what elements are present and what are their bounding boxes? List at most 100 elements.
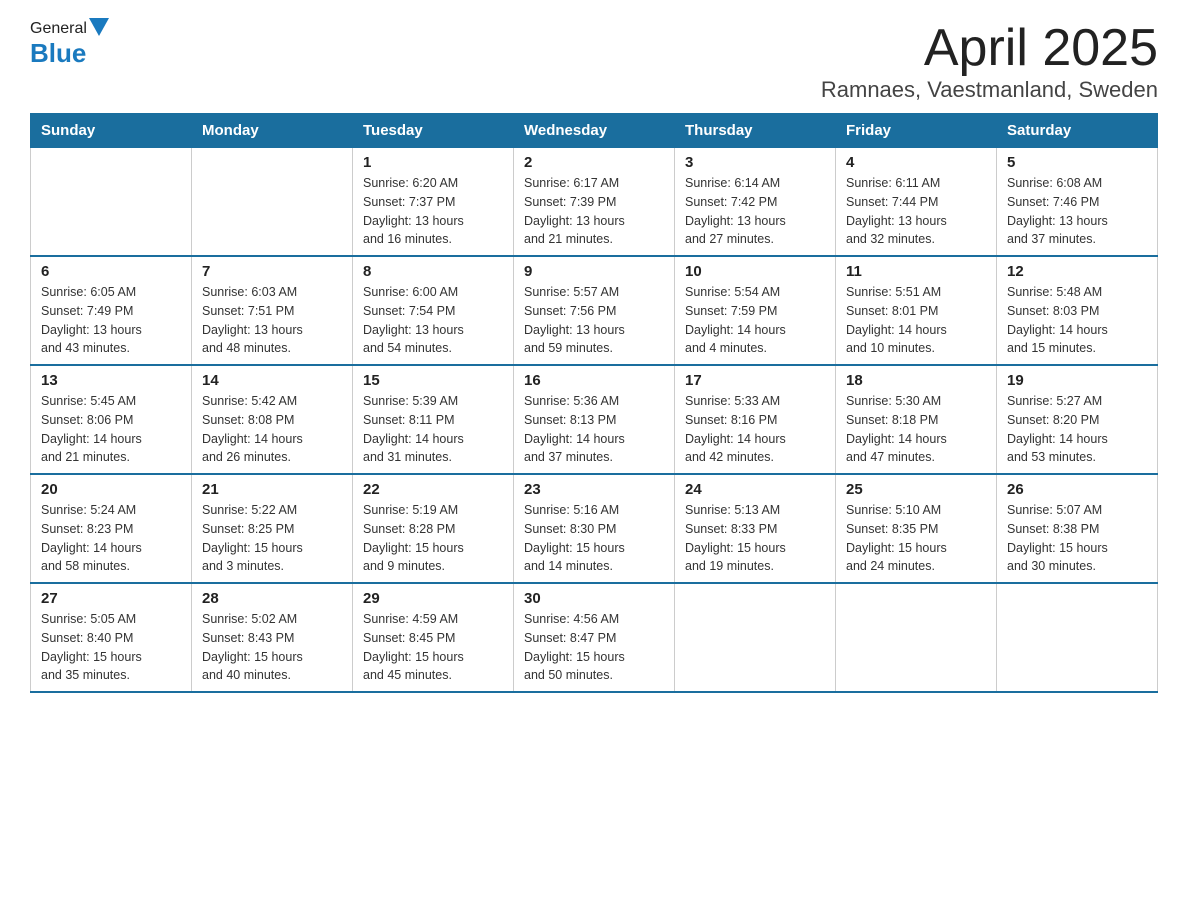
day-number: 11 <box>846 263 986 280</box>
weekday-header-saturday: Saturday <box>997 114 1158 148</box>
calendar-cell: 2 Sunrise: 6:17 AMSunset: 7:39 PMDaylight… <box>514 148 675 257</box>
day-number: 19 <box>1007 372 1147 389</box>
day-number: 1 <box>363 154 503 171</box>
calendar-cell: 6 Sunrise: 6:05 AMSunset: 7:49 PMDaylight… <box>31 256 192 365</box>
day-info: Sunrise: 6:00 AMSunset: 7:54 PMDaylight:… <box>363 283 503 358</box>
day-number: 14 <box>202 372 342 389</box>
day-number: 6 <box>41 263 181 280</box>
calendar-cell: 20 Sunrise: 5:24 AMSunset: 8:23 PMDayligh… <box>31 474 192 583</box>
calendar-cell: 30 Sunrise: 4:56 AMSunset: 8:47 PMDayligh… <box>514 583 675 692</box>
page-header: General Blue April 2025 Ramnaes, Vaestma… <box>30 20 1158 103</box>
logo-general-text: General <box>30 20 87 38</box>
day-info: Sunrise: 6:05 AMSunset: 7:49 PMDaylight:… <box>41 283 181 358</box>
day-info: Sunrise: 5:33 AMSunset: 8:16 PMDaylight:… <box>685 392 825 467</box>
calendar-cell: 10 Sunrise: 5:54 AMSunset: 7:59 PMDayligh… <box>675 256 836 365</box>
calendar-cell: 17Sunrise: 5:33 AMSunset: 8:16 PMDayligh… <box>675 365 836 474</box>
day-number: 20 <box>41 481 181 498</box>
day-info: Sunrise: 5:45 AMSunset: 8:06 PMDaylight:… <box>41 392 181 467</box>
day-info: Sunrise: 5:27 AMSunset: 8:20 PMDaylight:… <box>1007 392 1147 467</box>
day-number: 24 <box>685 481 825 498</box>
day-info: Sunrise: 5:16 AMSunset: 8:30 PMDaylight:… <box>524 501 664 576</box>
weekday-header-monday: Monday <box>192 114 353 148</box>
day-number: 13 <box>41 372 181 389</box>
day-info: Sunrise: 5:36 AMSunset: 8:13 PMDaylight:… <box>524 392 664 467</box>
calendar-cell: 11 Sunrise: 5:51 AMSunset: 8:01 PMDayligh… <box>836 256 997 365</box>
calendar-cell: 13 Sunrise: 5:45 AMSunset: 8:06 PMDayligh… <box>31 365 192 474</box>
calendar-cell: 26 Sunrise: 5:07 AMSunset: 8:38 PMDayligh… <box>997 474 1158 583</box>
calendar-cell: 22 Sunrise: 5:19 AMSunset: 8:28 PMDayligh… <box>353 474 514 583</box>
day-info: Sunrise: 6:11 AMSunset: 7:44 PMDaylight:… <box>846 174 986 249</box>
day-number: 22 <box>363 481 503 498</box>
calendar-cell: 28 Sunrise: 5:02 AMSunset: 8:43 PMDayligh… <box>192 583 353 692</box>
day-number: 2 <box>524 154 664 171</box>
day-info: Sunrise: 5:57 AMSunset: 7:56 PMDaylight:… <box>524 283 664 358</box>
weekday-header-thursday: Thursday <box>675 114 836 148</box>
weekday-header-sunday: Sunday <box>31 114 192 148</box>
calendar-week-row: 6 Sunrise: 6:05 AMSunset: 7:49 PMDaylight… <box>31 256 1158 365</box>
calendar-body: 1 Sunrise: 6:20 AMSunset: 7:37 PMDaylight… <box>31 148 1158 693</box>
day-info: Sunrise: 5:42 AMSunset: 8:08 PMDaylight:… <box>202 392 342 467</box>
day-info: Sunrise: 5:10 AMSunset: 8:35 PMDaylight:… <box>846 501 986 576</box>
calendar-cell <box>836 583 997 692</box>
calendar-cell: 7Sunrise: 6:03 AMSunset: 7:51 PMDaylight… <box>192 256 353 365</box>
day-number: 9 <box>524 263 664 280</box>
day-number: 5 <box>1007 154 1147 171</box>
day-number: 10 <box>685 263 825 280</box>
day-number: 29 <box>363 590 503 607</box>
day-info: Sunrise: 5:07 AMSunset: 8:38 PMDaylight:… <box>1007 501 1147 576</box>
calendar-cell: 16 Sunrise: 5:36 AMSunset: 8:13 PMDayligh… <box>514 365 675 474</box>
weekday-header-wednesday: Wednesday <box>514 114 675 148</box>
day-info: Sunrise: 5:54 AMSunset: 7:59 PMDaylight:… <box>685 283 825 358</box>
day-number: 16 <box>524 372 664 389</box>
calendar-cell: 25 Sunrise: 5:10 AMSunset: 8:35 PMDayligh… <box>836 474 997 583</box>
calendar-cell <box>675 583 836 692</box>
calendar-cell: 27Sunrise: 5:05 AMSunset: 8:40 PMDayligh… <box>31 583 192 692</box>
calendar-week-row: 27Sunrise: 5:05 AMSunset: 8:40 PMDayligh… <box>31 583 1158 692</box>
day-number: 28 <box>202 590 342 607</box>
day-number: 3 <box>685 154 825 171</box>
calendar-cell: 12 Sunrise: 5:48 AMSunset: 8:03 PMDayligh… <box>997 256 1158 365</box>
day-number: 23 <box>524 481 664 498</box>
day-info: Sunrise: 5:05 AMSunset: 8:40 PMDaylight:… <box>41 610 181 685</box>
calendar-cell: 8Sunrise: 6:00 AMSunset: 7:54 PMDaylight… <box>353 256 514 365</box>
calendar-cell: 14 Sunrise: 5:42 AMSunset: 8:08 PMDayligh… <box>192 365 353 474</box>
day-info: Sunrise: 5:51 AMSunset: 8:01 PMDaylight:… <box>846 283 986 358</box>
day-info: Sunrise: 5:30 AMSunset: 8:18 PMDaylight:… <box>846 392 986 467</box>
day-info: Sunrise: 5:39 AMSunset: 8:11 PMDaylight:… <box>363 392 503 467</box>
day-number: 15 <box>363 372 503 389</box>
calendar-cell: 24 Sunrise: 5:13 AMSunset: 8:33 PMDayligh… <box>675 474 836 583</box>
day-info: Sunrise: 5:13 AMSunset: 8:33 PMDaylight:… <box>685 501 825 576</box>
day-number: 12 <box>1007 263 1147 280</box>
calendar-week-row: 20 Sunrise: 5:24 AMSunset: 8:23 PMDayligh… <box>31 474 1158 583</box>
weekday-header-friday: Friday <box>836 114 997 148</box>
calendar-table: SundayMondayTuesdayWednesdayThursdayFrid… <box>30 113 1158 693</box>
calendar-cell: 21Sunrise: 5:22 AMSunset: 8:25 PMDayligh… <box>192 474 353 583</box>
day-number: 26 <box>1007 481 1147 498</box>
calendar-cell: 3 Sunrise: 6:14 AMSunset: 7:42 PMDaylight… <box>675 148 836 257</box>
calendar-cell: 23 Sunrise: 5:16 AMSunset: 8:30 PMDayligh… <box>514 474 675 583</box>
day-info: Sunrise: 6:20 AMSunset: 7:37 PMDaylight:… <box>363 174 503 249</box>
day-info: Sunrise: 5:19 AMSunset: 8:28 PMDaylight:… <box>363 501 503 576</box>
calendar-subtitle: Ramnaes, Vaestmanland, Sweden <box>821 77 1158 103</box>
logo-triangle-icon <box>89 18 109 36</box>
day-info: Sunrise: 4:59 AMSunset: 8:45 PMDaylight:… <box>363 610 503 685</box>
day-number: 25 <box>846 481 986 498</box>
weekday-header-row: SundayMondayTuesdayWednesdayThursdayFrid… <box>31 114 1158 148</box>
calendar-cell: 19 Sunrise: 5:27 AMSunset: 8:20 PMDayligh… <box>997 365 1158 474</box>
calendar-cell <box>31 148 192 257</box>
day-number: 30 <box>524 590 664 607</box>
day-number: 18 <box>846 372 986 389</box>
day-number: 21 <box>202 481 342 498</box>
calendar-cell: 18 Sunrise: 5:30 AMSunset: 8:18 PMDayligh… <box>836 365 997 474</box>
day-info: Sunrise: 5:48 AMSunset: 8:03 PMDaylight:… <box>1007 283 1147 358</box>
day-info: Sunrise: 6:17 AMSunset: 7:39 PMDaylight:… <box>524 174 664 249</box>
day-info: Sunrise: 6:14 AMSunset: 7:42 PMDaylight:… <box>685 174 825 249</box>
weekday-header-tuesday: Tuesday <box>353 114 514 148</box>
day-info: Sunrise: 5:02 AMSunset: 8:43 PMDaylight:… <box>202 610 342 685</box>
day-info: Sunrise: 4:56 AMSunset: 8:47 PMDaylight:… <box>524 610 664 685</box>
logo-blue-text: Blue <box>30 38 86 69</box>
calendar-cell: 5Sunrise: 6:08 AMSunset: 7:46 PMDaylight… <box>997 148 1158 257</box>
day-info: Sunrise: 5:24 AMSunset: 8:23 PMDaylight:… <box>41 501 181 576</box>
day-info: Sunrise: 6:03 AMSunset: 7:51 PMDaylight:… <box>202 283 342 358</box>
calendar-week-row: 13 Sunrise: 5:45 AMSunset: 8:06 PMDayligh… <box>31 365 1158 474</box>
